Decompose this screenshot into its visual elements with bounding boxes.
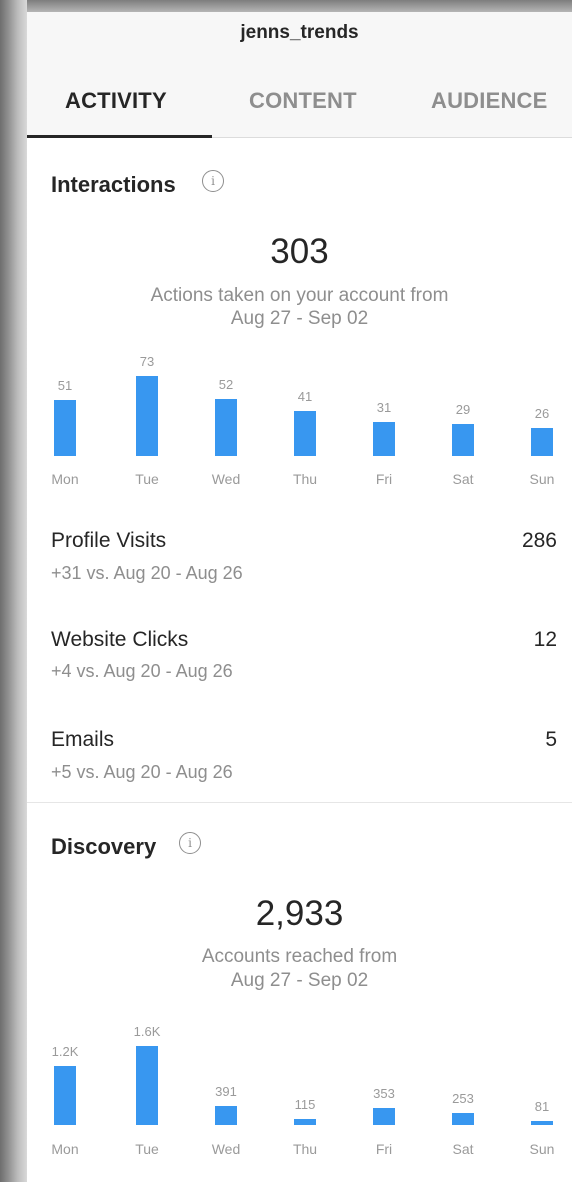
- discovery-date-range: Aug 27 - Sep 02: [230, 970, 369, 991]
- header: jenns_trends ACTIVITY CONTENT AUDIENCE: [27, 12, 572, 138]
- emails-value: 5: [545, 728, 557, 751]
- discovery-day-label: Sun: [529, 1141, 555, 1157]
- interactions-bar-chart: 51 Mon 73 Tue 52 Wed 41 Thu 31 Fri 29 Sat 26 Sun: [27, 342, 572, 492]
- discovery-bar-mon[interactable]: [54, 1066, 76, 1125]
- interactions-bar-tue[interactable]: [136, 376, 158, 456]
- account-username: jenns_trends: [240, 22, 359, 43]
- discovery-bar-chart: 1.2K Mon 1.6K Tue 391 Wed 115 Thu 353 Fri 253 Sat 81…: [27, 1007, 572, 1162]
- discovery-value-label: 1.6K: [133, 1024, 161, 1039]
- info-icon[interactable]: i: [202, 170, 224, 192]
- interactions-day-label: Sun: [529, 471, 555, 487]
- interactions-day-label: Thu: [292, 471, 318, 487]
- discovery-day-label: Thu: [292, 1141, 318, 1157]
- interactions-bar-fri[interactable]: [373, 422, 395, 456]
- interactions-bar-thu[interactable]: [294, 411, 316, 456]
- discovery-bar-thu[interactable]: [294, 1119, 316, 1125]
- discovery-day-label: Fri: [375, 1141, 393, 1157]
- discovery-value-label: 115: [294, 1097, 316, 1112]
- discovery-value-label: 1.2K: [51, 1044, 79, 1059]
- discovery-day-label: Wed: [211, 1141, 241, 1157]
- discovery-value-label: 391: [215, 1084, 237, 1099]
- device-frame-left: [0, 0, 27, 1182]
- discovery-day-label: Sat: [452, 1141, 474, 1157]
- interactions-date-range: Aug 27 - Sep 02: [230, 308, 369, 329]
- interactions-value-label: 51: [57, 378, 73, 393]
- discovery-title: Discovery: [51, 834, 157, 859]
- interactions-day-label: Wed: [211, 471, 241, 487]
- discovery-value-label: 81: [534, 1099, 550, 1114]
- interactions-value-label: 73: [139, 354, 155, 369]
- tab-audience[interactable]: AUDIENCE: [431, 88, 548, 114]
- emails-label: Emails: [51, 728, 115, 751]
- interactions-value-label: 41: [297, 389, 313, 404]
- profile-visits-value: 286: [521, 529, 557, 552]
- interactions-day-label: Fri: [375, 471, 393, 487]
- profile-visits-label: Profile Visits: [51, 529, 167, 552]
- interactions-title: Interactions: [51, 172, 176, 197]
- interactions-value-label: 31: [376, 400, 392, 415]
- discovery-day-label: Tue: [135, 1141, 159, 1157]
- discovery-total: 2,933: [255, 894, 344, 933]
- interactions-day-label: Mon: [51, 471, 79, 487]
- interactions-bar-mon[interactable]: [54, 400, 76, 456]
- discovery-value-label: 253: [452, 1091, 474, 1106]
- profile-visits-change: +31 vs. Aug 20 - Aug 26: [51, 563, 243, 583]
- interactions-value-label: 52: [218, 377, 234, 392]
- interactions-bar-wed[interactable]: [215, 399, 237, 456]
- emails-change: +5 vs. Aug 20 - Aug 26: [51, 762, 233, 782]
- discovery-caption: Accounts reached from: [201, 946, 398, 967]
- device-frame-top: [0, 0, 572, 12]
- interactions-bar-sat[interactable]: [452, 424, 474, 456]
- website-clicks-change: +4 vs. Aug 20 - Aug 26: [51, 661, 233, 681]
- interactions-day-label: Sat: [452, 471, 474, 487]
- discovery-value-label: 353: [373, 1086, 395, 1101]
- info-icon[interactable]: i: [179, 832, 201, 854]
- active-tab-indicator: [27, 135, 212, 138]
- insights-screen: jenns_trends ACTIVITY CONTENT AUDIENCE I…: [27, 12, 572, 1182]
- discovery-bar-wed[interactable]: [215, 1106, 237, 1125]
- section-divider: [27, 802, 572, 803]
- website-clicks-value: 12: [533, 628, 557, 651]
- discovery-bar-sun[interactable]: [531, 1121, 553, 1125]
- interactions-value-label: 26: [534, 406, 550, 421]
- interactions-caption: Actions taken on your account from: [150, 285, 449, 306]
- discovery-bar-sat[interactable]: [452, 1113, 474, 1125]
- discovery-day-label: Mon: [51, 1141, 79, 1157]
- website-clicks-label: Website Clicks: [51, 628, 189, 651]
- discovery-bar-tue[interactable]: [136, 1046, 158, 1125]
- interactions-day-label: Tue: [135, 471, 159, 487]
- interactions-value-label: 29: [455, 402, 471, 417]
- discovery-bar-fri[interactable]: [373, 1108, 395, 1125]
- tab-content[interactable]: CONTENT: [249, 88, 357, 114]
- interactions-bar-sun[interactable]: [531, 428, 553, 456]
- interactions-total: 303: [270, 232, 329, 271]
- tab-activity[interactable]: ACTIVITY: [65, 88, 167, 114]
